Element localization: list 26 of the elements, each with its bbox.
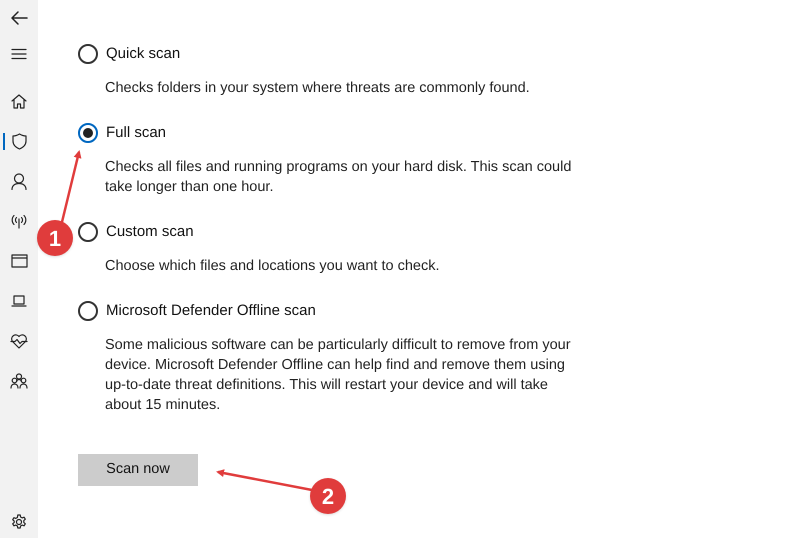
option-description: Some malicious software can be particularly difficult to remove from your device. Microsoft Defender Offline can help find and remove them using up-to-date threat definitions. This will restart your device and will take about 15 minutes. bbox=[105, 336, 572, 415]
settings-icon bbox=[11, 514, 27, 530]
option-label: Full scan bbox=[106, 122, 166, 143]
antenna-icon bbox=[10, 214, 28, 228]
home-icon bbox=[11, 94, 27, 108]
radio-button[interactable] bbox=[78, 301, 98, 321]
option-label: Custom scan bbox=[106, 222, 194, 242]
option-description: Checks all files and running programs on your hard disk. This scan could take longer than one hour. bbox=[105, 158, 572, 197]
radio-button[interactable] bbox=[78, 123, 98, 143]
family-icon bbox=[10, 373, 28, 389]
callout-badge: 2 bbox=[310, 478, 346, 514]
option-label: Quick scan bbox=[106, 44, 180, 64]
browser-window-icon bbox=[10, 254, 28, 268]
option-description: Checks folders in your system where threats are commonly found. bbox=[105, 79, 531, 98]
option-description: Choose which files and locations you want to check. bbox=[105, 257, 440, 276]
radio-button[interactable] bbox=[78, 222, 98, 242]
callout-badge: 1 bbox=[37, 220, 73, 256]
radio-button[interactable] bbox=[78, 44, 98, 64]
option-label: Microsoft Defender Offline scan bbox=[106, 300, 316, 321]
shield-icon bbox=[12, 132, 26, 150]
menu-icon bbox=[11, 48, 27, 60]
back-arrow-icon bbox=[10, 10, 28, 26]
heart-pulse-icon bbox=[10, 333, 28, 349]
laptop-icon bbox=[11, 295, 27, 307]
scan-now-button[interactable]: Scan now bbox=[78, 454, 198, 486]
person-icon bbox=[11, 172, 27, 190]
